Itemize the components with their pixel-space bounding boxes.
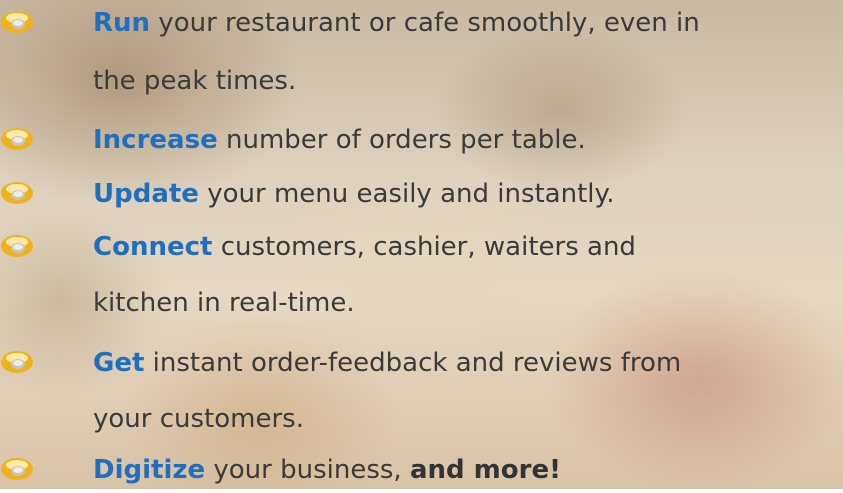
keyword: Update (93, 179, 199, 209)
list-item-text: Digitize your business, and more! (93, 455, 561, 485)
list-item-text: Update your menu easily and instantly. (93, 179, 615, 209)
coffee-cup-bullet-icon (1, 11, 33, 33)
list-item-text: Increase number of orders per table. (93, 125, 586, 155)
list-item-text-continued: the peak times. (93, 66, 297, 96)
list-item-text-continued: kitchen in real-time. (93, 288, 355, 318)
list-item-text: Get instant order-feedback and reviews f… (93, 348, 682, 378)
list-item-text-continued: your customers. (93, 404, 304, 434)
coffee-cup-bullet-icon (1, 235, 33, 257)
list-item-text: Connect customers, cashier, waiters and (93, 232, 636, 262)
keyword: Increase (93, 125, 218, 155)
coffee-cup-bullet-icon (1, 351, 33, 373)
coffee-cup-bullet-icon (1, 458, 33, 480)
feature-list: Run your restaurant or cafe smoothly, ev… (0, 0, 843, 489)
keyword: Digitize (93, 455, 206, 485)
coffee-cup-bullet-icon (1, 128, 33, 150)
list-item-text: Run your restaurant or cafe smoothly, ev… (93, 8, 700, 38)
emphasis-text: and more! (409, 455, 561, 485)
keyword: Connect (93, 232, 213, 262)
keyword: Run (93, 8, 151, 38)
keyword: Get (93, 348, 145, 378)
coffee-cup-bullet-icon (1, 182, 33, 204)
